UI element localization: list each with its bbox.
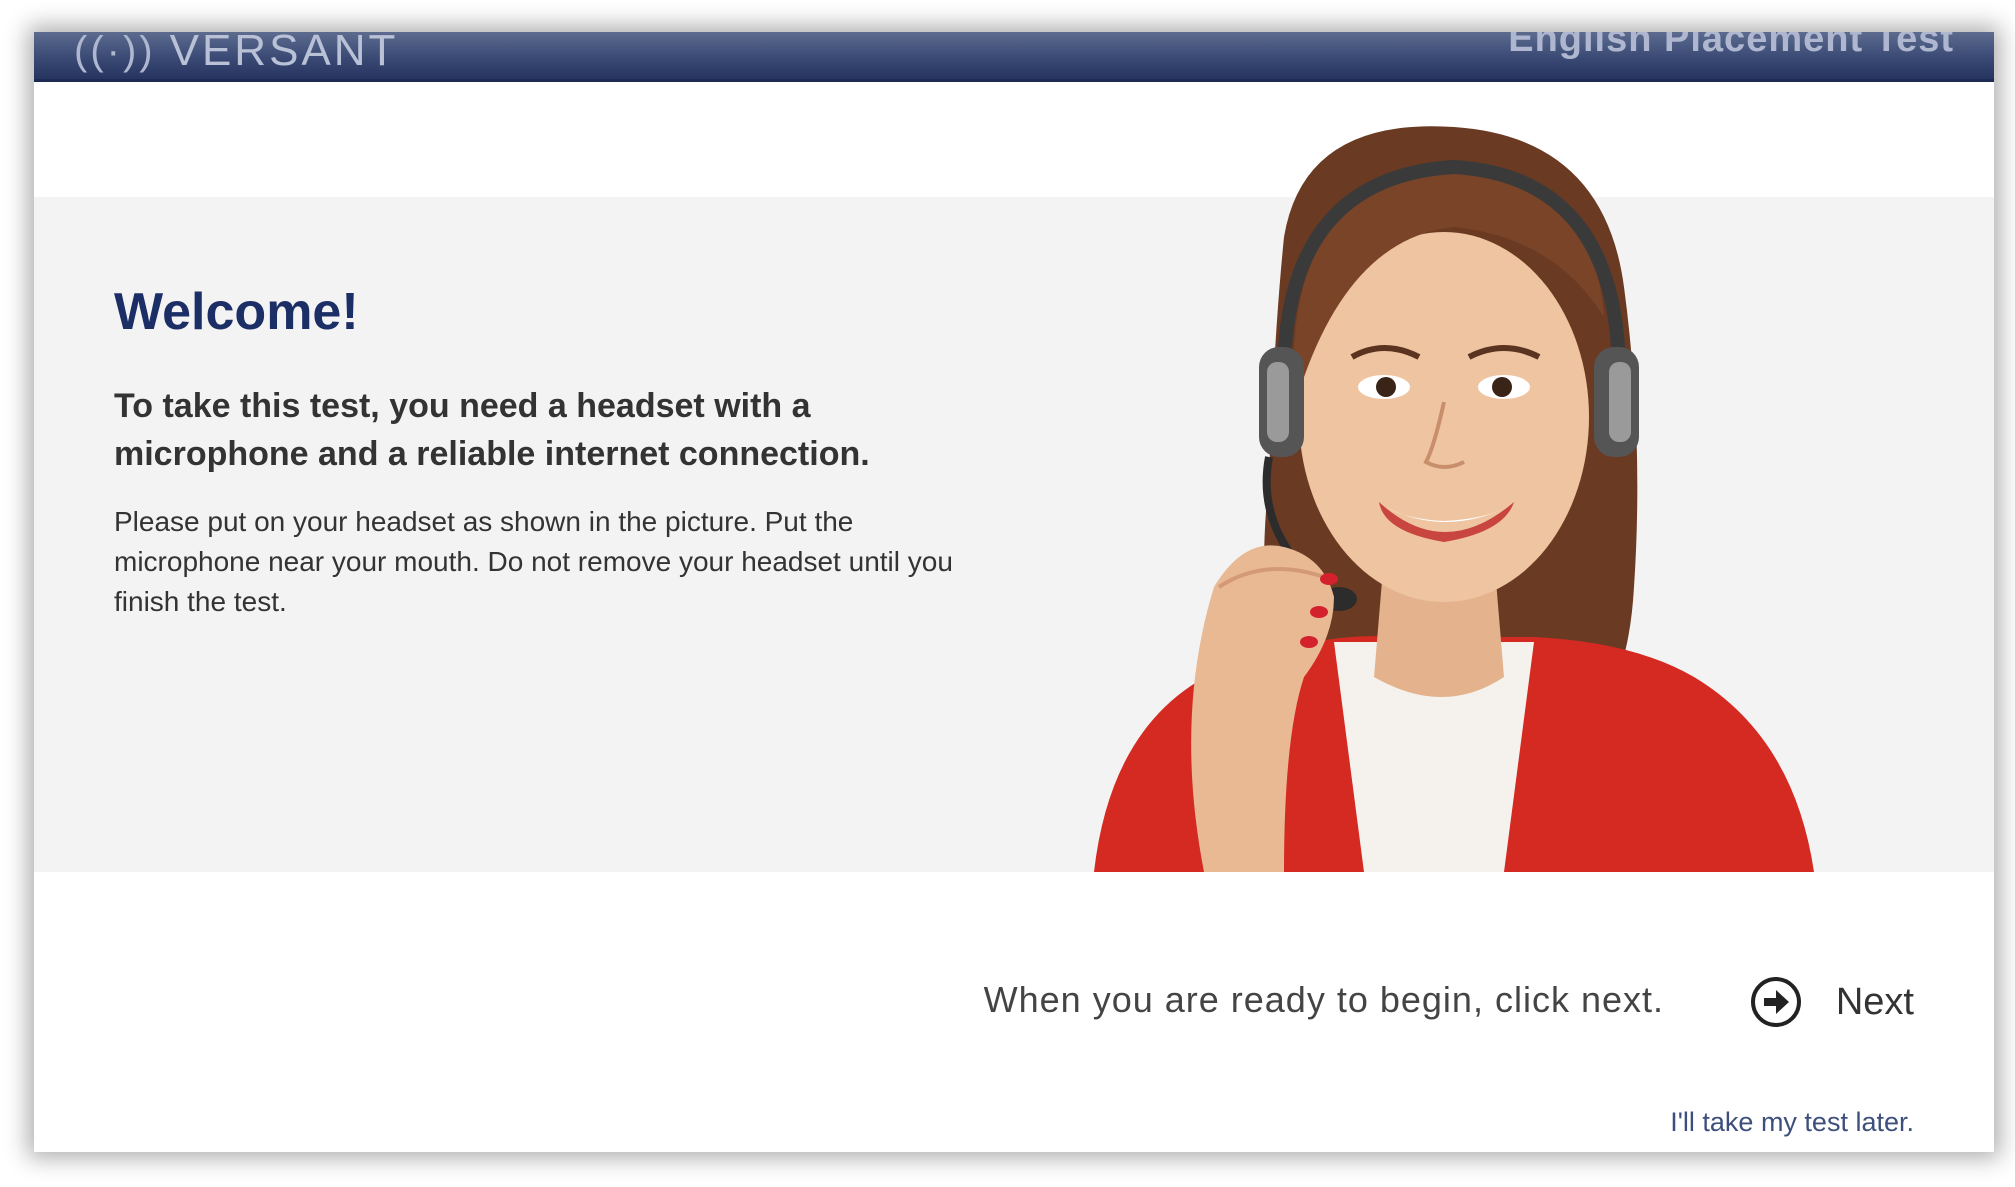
next-label: Next [1835,980,1914,1023]
test-window: ((·)) VERSANT English Placement Test Wel… [34,32,1994,1152]
headset-illustration [1034,117,1834,872]
woman-with-headset-image [1094,126,1814,872]
arrow-right-circle-icon [1750,977,1801,1027]
header-title: English Placement Test [1508,32,1954,60]
page-title: Welcome! [114,283,359,341]
brand-name: VERSANT [169,32,399,75]
brand-logo: ((·)) VERSANT [74,32,398,76]
welcome-content: Welcome! To take this test, you need a h… [114,282,1014,622]
take-test-later-link[interactable]: I'll take my test later. [1670,1107,1914,1138]
headset-instructions: Please put on your headset as shown in t… [114,506,953,617]
requirements-text: To take this test, you need a headset wi… [114,387,870,473]
sound-wave-icon: ((·)) [74,32,156,73]
page: ((·)) VERSANT English Placement Test Wel… [0,0,2015,1187]
header-bar: ((·)) VERSANT English Placement Test [34,32,1994,82]
ready-prompt: When you are ready to begin, click next. [983,979,1664,1020]
footer-row: When you are ready to begin, click next.… [34,967,1994,1037]
next-button[interactable]: Next [1750,967,1914,1037]
